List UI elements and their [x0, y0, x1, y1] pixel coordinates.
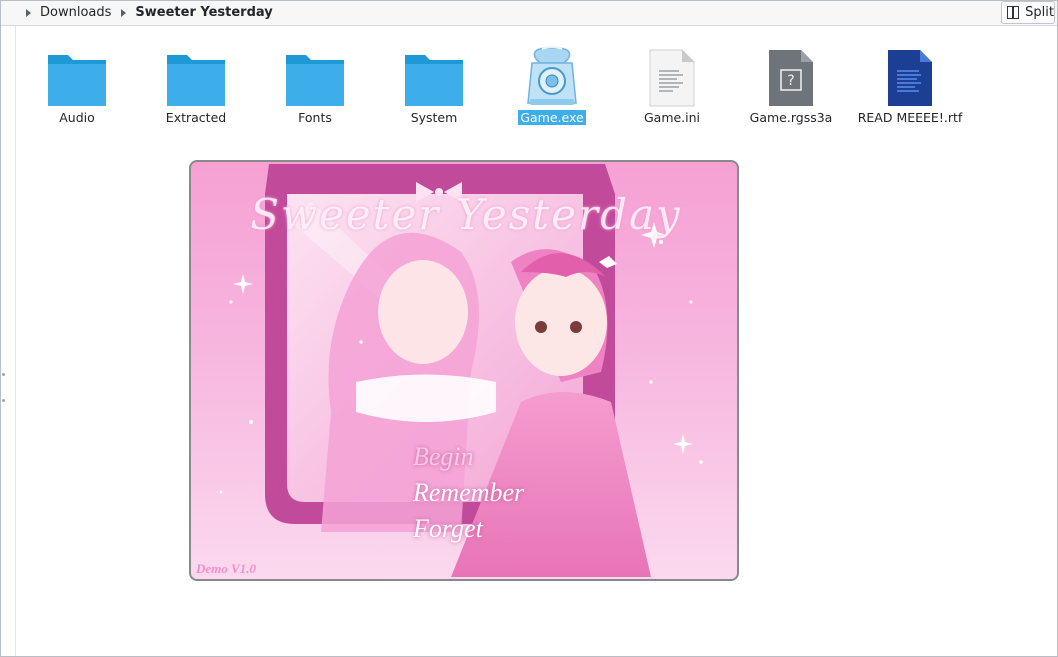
split-label: Split: [1025, 5, 1054, 20]
file-name: READ MEEEE!.rtf: [857, 110, 963, 125]
folder-icon: [167, 55, 225, 106]
file-name: Extracted: [165, 110, 227, 125]
telephone-icon: [527, 46, 577, 105]
breadcrumb-item-downloads[interactable]: Downloads: [40, 5, 111, 20]
file-name: Audio: [59, 110, 95, 125]
location-bar: Downloads Sweeter Yesterday Split: [1, 1, 1057, 26]
folder-icon: [405, 55, 463, 106]
folder-icon: [48, 55, 106, 106]
file-name: Game.rgss3a: [749, 110, 833, 125]
file-name: System: [410, 110, 458, 125]
text-file-icon: [649, 49, 695, 107]
version-label: Demo V1.0: [196, 561, 256, 576]
breadcrumb-separator-icon[interactable]: [121, 8, 127, 17]
svg-text:?: ?: [787, 73, 794, 89]
breadcrumb-item-current[interactable]: Sweeter Yesterday: [135, 5, 272, 20]
file-name-selected[interactable]: Game.exe: [518, 110, 586, 125]
game-title: Sweeter Yesterday: [250, 190, 682, 239]
file-name: Game.ini: [643, 110, 701, 125]
folder-icon: [286, 55, 344, 106]
resize-handle[interactable]: [2, 399, 5, 402]
file-item-game-ini[interactable]: Game.ini: [617, 41, 727, 125]
file-item-readme-rtf[interactable]: READ MEEEE!.rtf: [855, 41, 965, 125]
file-item-extracted[interactable]: Extracted: [141, 41, 251, 125]
resize-handle[interactable]: [2, 373, 5, 376]
unknown-file-icon: ?: [769, 50, 813, 106]
menu-begin[interactable]: Begin: [413, 442, 474, 472]
menu-forget[interactable]: Forget: [413, 514, 483, 544]
game-preview-window: Sweeter Yesterday Begin Remember Forget …: [189, 160, 739, 581]
file-manager-window: Downloads Sweeter Yesterday Split Audio: [0, 0, 1058, 657]
file-name: Fonts: [298, 110, 332, 125]
split-view-button[interactable]: Split: [1001, 1, 1055, 24]
menu-remember[interactable]: Remember: [413, 478, 524, 508]
file-item-fonts[interactable]: Fonts: [260, 41, 370, 125]
file-item-game-rgss3a[interactable]: ? Game.rgss3a: [736, 41, 846, 125]
document-icon: [888, 50, 932, 106]
split-view-icon: [1007, 6, 1020, 19]
breadcrumb: Downloads Sweeter Yesterday: [16, 1, 273, 24]
panel-divider[interactable]: [15, 26, 16, 656]
breadcrumb-arrow-icon[interactable]: [26, 8, 31, 17]
file-item-game-exe[interactable]: Game.exe: [497, 41, 607, 125]
file-item-system[interactable]: System: [379, 41, 489, 125]
file-item-audio[interactable]: Audio: [22, 41, 132, 125]
